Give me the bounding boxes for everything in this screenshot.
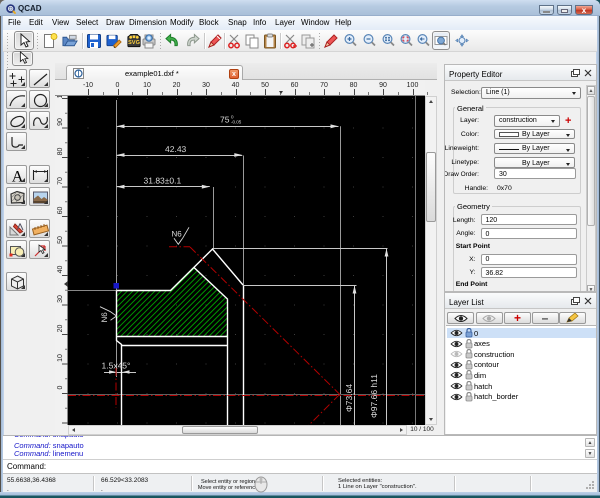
svg-text:-0.05: -0.05 bbox=[231, 120, 242, 125]
svg-text:0: 0 bbox=[57, 385, 64, 389]
svg-text:Φ97.66 h11: Φ97.66 h11 bbox=[369, 374, 379, 418]
svg-text:1.5x45°: 1.5x45° bbox=[102, 361, 131, 371]
svg-text:75: 75 bbox=[220, 115, 230, 125]
svg-text:A: A bbox=[12, 169, 24, 185]
svg-text:60: 60 bbox=[57, 207, 64, 215]
svg-text:31.83±0.1: 31.83±0.1 bbox=[144, 176, 182, 186]
svg-text:N6: N6 bbox=[172, 230, 183, 239]
svg-text:10: 10 bbox=[57, 354, 64, 362]
svg-text:SVG: SVG bbox=[128, 39, 140, 46]
svg-text:100: 100 bbox=[57, 96, 64, 98]
svg-text:N6: N6 bbox=[100, 312, 109, 323]
svg-text:20: 20 bbox=[57, 325, 64, 333]
svg-text:50: 50 bbox=[57, 236, 64, 244]
svg-text:70: 70 bbox=[57, 177, 64, 185]
svg-text:42.43: 42.43 bbox=[165, 144, 187, 154]
svg-text:80: 80 bbox=[57, 148, 64, 156]
svg-text:Φ73.64: Φ73.64 bbox=[344, 384, 354, 412]
svg-text:90: 90 bbox=[57, 118, 64, 126]
svg-text:40: 40 bbox=[57, 266, 64, 274]
svg-text:30: 30 bbox=[57, 295, 64, 303]
